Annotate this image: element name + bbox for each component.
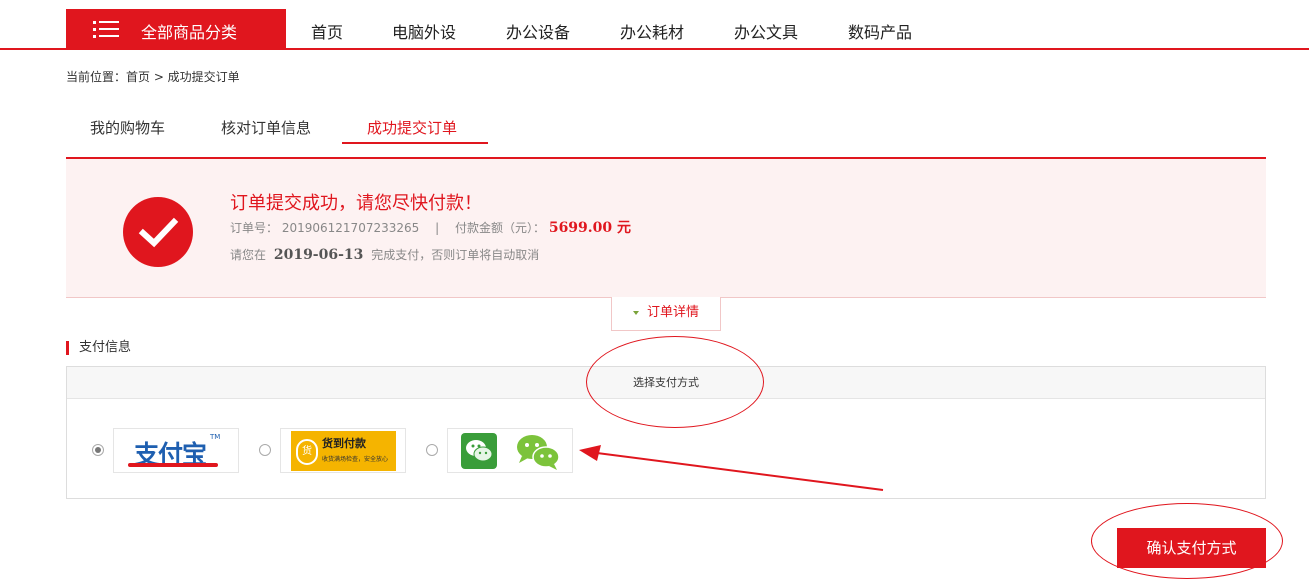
top-nav: 全部商品分类 首页 电脑外设 办公设备 办公耗材 办公文具 数码产品 xyxy=(0,0,1309,50)
active-tab-indicator xyxy=(342,142,488,144)
breadcrumb: 当前位置：首页 > 成功提交订单 xyxy=(66,70,240,84)
nav-item-stationery[interactable]: 办公文具 xyxy=(734,19,798,43)
payment-info-heading: 支付信息 xyxy=(66,341,131,355)
order-detail-label: 订单详情 xyxy=(646,305,699,320)
amount-value: 5699.00 元 xyxy=(548,220,632,236)
cod-logo: 货 货到付款 收货满场检查，安全放心 xyxy=(291,431,396,471)
order-no-label: 订单号： xyxy=(230,221,279,235)
order-detail-toggle[interactable]: 订单详情 xyxy=(611,297,721,331)
nav-item-office-supplies[interactable]: 办公耗材 xyxy=(620,19,684,43)
deadline-prefix: 请您在 xyxy=(230,248,267,262)
alipay-swoosh xyxy=(128,463,218,467)
payment-deadline-line: 请您在 2019-06-13 完成支付，否则订单将自动取消 xyxy=(230,246,539,263)
radio-cash-on-delivery[interactable] xyxy=(259,444,271,456)
order-success-panel: 订单提交成功，请您尽快付款！ 订单号： 201906121707233265 |… xyxy=(66,157,1266,298)
annotation-ellipse-select xyxy=(586,336,764,428)
nav-divider xyxy=(0,48,1309,50)
order-summary-line: 订单号： 201906121707233265 | 付款金额（元）： 5699.… xyxy=(230,217,631,237)
payment-option-alipay[interactable]: 支付宝 TM xyxy=(113,428,239,473)
radio-alipay[interactable] xyxy=(92,444,104,456)
amount-label: 付款金额（元）： xyxy=(454,221,545,235)
order-no: 201906121707233265 xyxy=(281,221,420,235)
payment-option-wechat[interactable] xyxy=(447,428,573,473)
tab-confirm-order[interactable]: 核对订单信息 xyxy=(221,117,311,138)
checkmark-icon xyxy=(123,197,193,267)
triangle-down-icon xyxy=(632,310,639,315)
payment-option-cash-on-delivery[interactable]: 货 货到付款 收货满场检查，安全放心 xyxy=(280,428,406,473)
success-title: 订单提交成功，请您尽快付款！ xyxy=(230,193,482,214)
tab-order-submitted[interactable]: 成功提交订单 xyxy=(367,117,457,138)
deadline-date: 2019-06-13 xyxy=(273,247,364,263)
confirm-payment-button[interactable]: 确认支付方式 xyxy=(1117,528,1266,568)
nav-item-computer-peripherals[interactable]: 电脑外设 xyxy=(392,19,456,43)
nav-item-office-equipment[interactable]: 办公设备 xyxy=(506,19,570,43)
annotation-arrow xyxy=(579,445,884,491)
deadline-suffix: 完成支付，否则订单将自动取消 xyxy=(371,248,540,262)
separator: | xyxy=(435,221,440,235)
cod-title: 货到付款 xyxy=(322,437,366,450)
menu-icon xyxy=(93,21,119,39)
coin-icon: 货 xyxy=(296,439,318,465)
all-categories-label: 全部商品分类 xyxy=(141,23,238,42)
alipay-trademark: TM xyxy=(210,433,221,441)
wechat-app-icon xyxy=(461,433,497,469)
nav-item-digital-products[interactable]: 数码产品 xyxy=(848,19,912,43)
tab-cart[interactable]: 我的购物车 xyxy=(90,117,165,138)
wechat-logo-icon xyxy=(517,435,560,470)
cod-subtitle: 收货满场检查，安全放心 xyxy=(322,456,389,463)
all-categories-button[interactable]: 全部商品分类 xyxy=(66,9,286,50)
radio-wechat[interactable] xyxy=(426,444,438,456)
nav-item-home[interactable]: 首页 xyxy=(311,19,343,43)
